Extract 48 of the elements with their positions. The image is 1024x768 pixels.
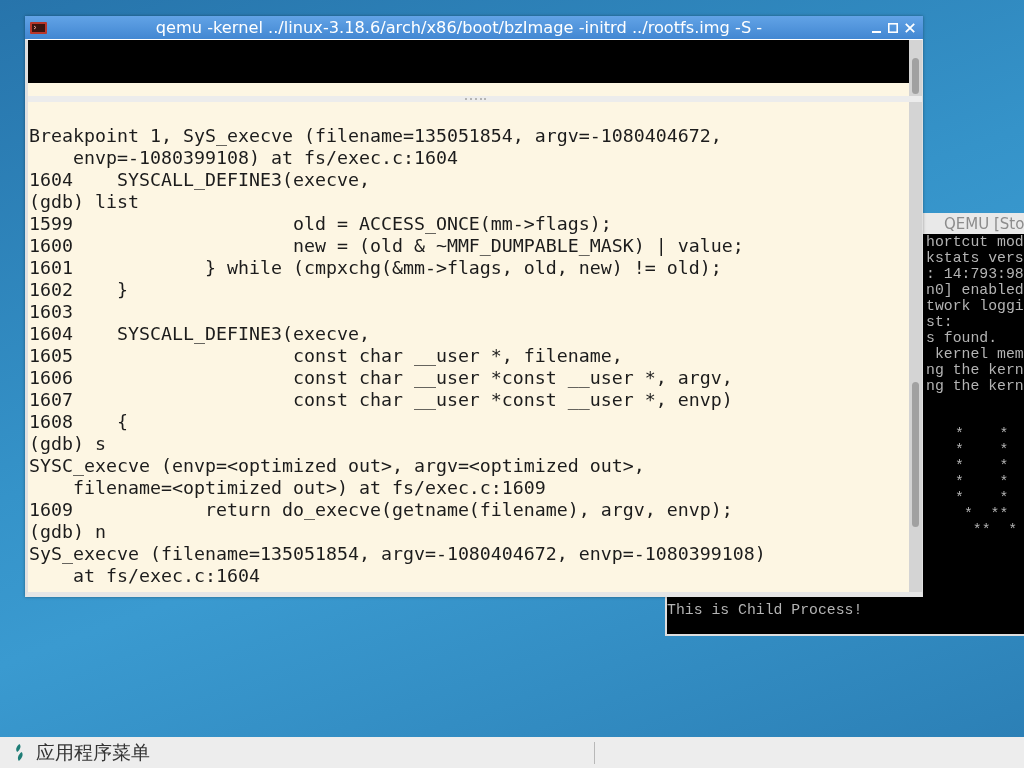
app-menu-button[interactable]: 应用程序菜单 — [0, 737, 156, 768]
window-title: qemu -kernel ../linux-3.18.6/arch/x86/boot/bzImage -initrd ../rootfs.img -S - — [155, 18, 763, 37]
console-line: kernel mem — [933, 346, 1024, 362]
console-line: st: — [926, 314, 953, 330]
terminal-line: 1607 const char __user *const __user *, envp) — [29, 389, 733, 411]
console-line: twork loggi — [926, 298, 1024, 314]
console-line: This is Child Process! — [667, 602, 863, 618]
terminal-line: at fs/exec.c:1604 — [72, 565, 260, 587]
terminal-line: SyS_execve (filename=135051854, argv=-1080404672, envp=-1080399108) — [29, 543, 766, 565]
maximize-button[interactable] — [888, 22, 898, 33]
terminal-line: envp=-1080399108) at fs/exec.c:1604 — [72, 147, 458, 169]
console-line: ng the kern — [926, 378, 1024, 394]
terminal-line: 1600 new = (old & ~MMF_DUMPABLE_MASK) | value; — [29, 235, 744, 257]
console-line: ng the kern — [926, 362, 1024, 378]
terminal-line: 1603 — [29, 301, 73, 323]
console-line: : 14:793:98 — [926, 266, 1024, 282]
close-icon — [905, 22, 915, 33]
scrollbar[interactable] — [909, 40, 922, 96]
ascii-art: * * * * * * * * * * * ** ** * — [955, 426, 1018, 538]
terminal-line: (gdb) list — [29, 191, 139, 213]
console-line: kstats vers — [926, 250, 1024, 266]
terminal-line: (gdb) n — [29, 521, 106, 543]
terminal-line: SYSC_execve (envp=<optimized out>, argv=<optimized out>, — [29, 455, 645, 477]
terminal-line: 1609 return do_execve(getname(filename), argv, envp); — [29, 499, 733, 521]
leaf-icon — [15, 744, 24, 761]
scroll-thumb[interactable] — [912, 58, 919, 94]
console-line: hortcut mod — [926, 234, 1024, 250]
console-line: n0] enabled — [926, 282, 1024, 298]
terminal-line: 1602 } — [29, 279, 128, 301]
terminal-line: 1604 SYSCALL_DEFINE3(execve, — [29, 169, 370, 191]
terminal-line: 1604 SYSCALL_DEFINE3(execve, — [29, 323, 370, 345]
terminal-line: 1605 const char __user *, filename, — [29, 345, 623, 367]
scrollbar[interactable] — [909, 102, 922, 592]
terminal-line: filename=<optimized out>) at fs/exec.c:1609 — [72, 477, 546, 499]
minimize-icon — [871, 30, 881, 33]
pane-splitter[interactable] — [28, 96, 922, 102]
terminal-line: 1601 } while (cmpxchg(&mm->flags, old, new) != old); — [29, 257, 722, 279]
terminal-icon — [30, 21, 47, 34]
terminal-line: Breakpoint 1, SyS_execve (filename=135051854, argv=-1080404672, — [29, 125, 722, 147]
maximize-icon — [888, 22, 898, 33]
scroll-thumb[interactable] — [912, 382, 919, 527]
terminal-line: (gdb) s — [29, 433, 106, 455]
close-button[interactable] — [905, 22, 915, 33]
terminal-line: 1606 const char __user *const __user *, argv, — [29, 367, 733, 389]
terminal-line: 1608 { — [29, 411, 128, 433]
console-line: s found. — [926, 330, 998, 346]
terminal-line: 1599 old = ACCESS_ONCE(mm->flags); — [29, 213, 612, 235]
window-title: QEMU [Sto — [944, 214, 1024, 233]
